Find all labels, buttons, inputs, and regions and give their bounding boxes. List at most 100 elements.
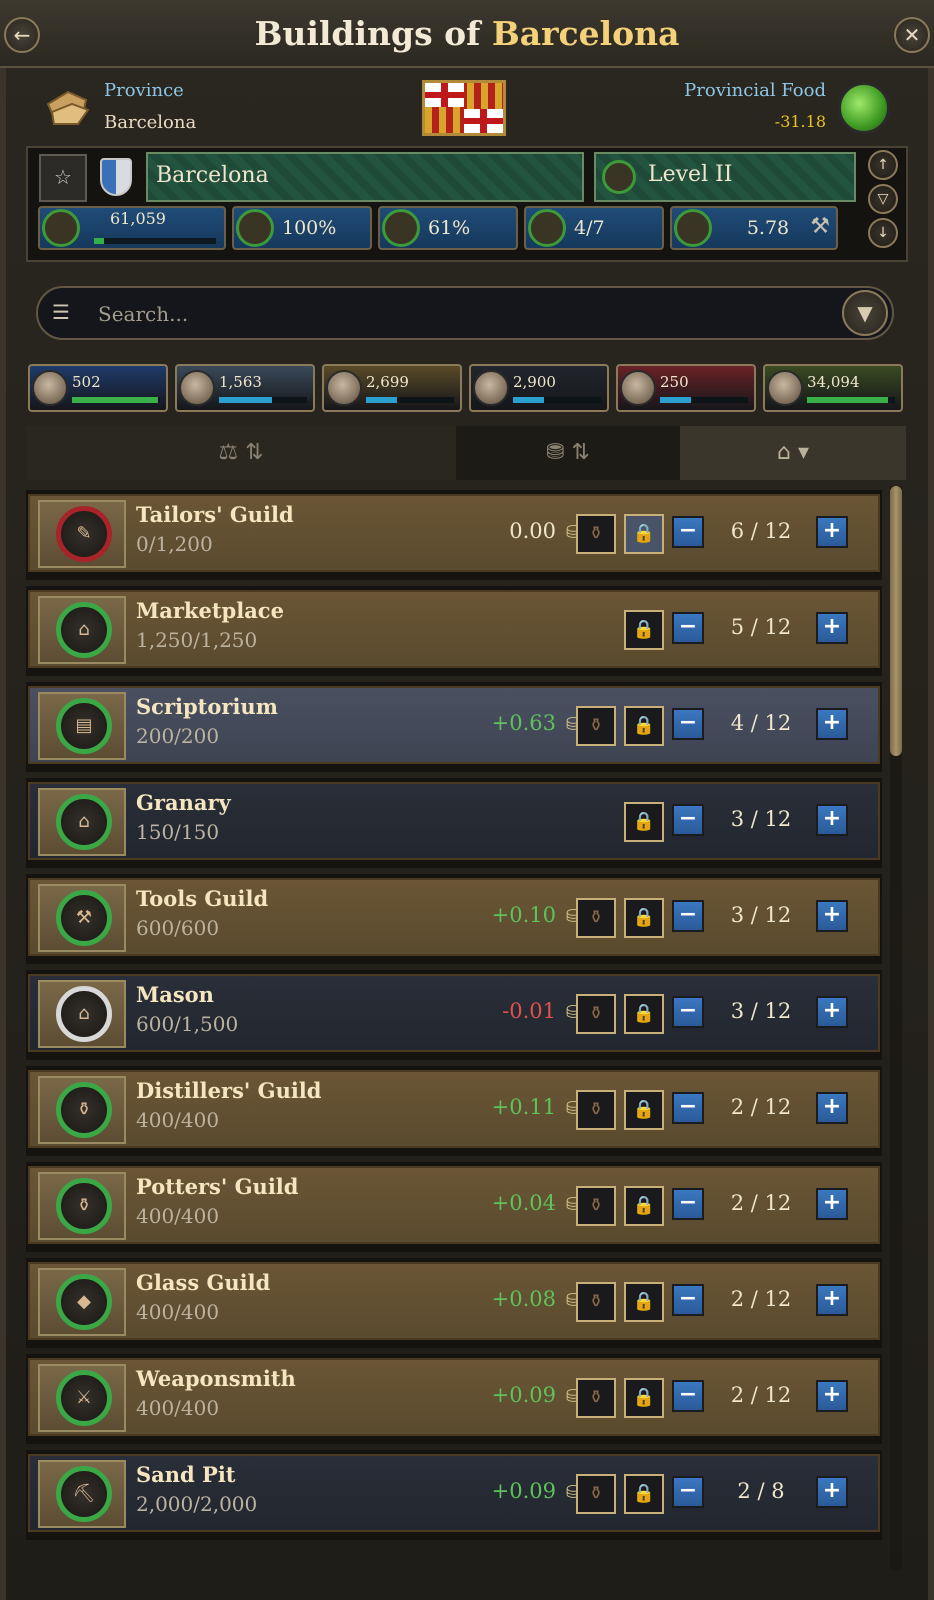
- sort-by-type-tab[interactable]: ⚖ ⇅: [26, 426, 456, 480]
- building-row[interactable]: ⌂ Mason 600/1,500 -0.01 ⛁ ⚱ 🔒 −3 / 12 +: [26, 970, 882, 1060]
- city-stat[interactable]: 5.78 ⚒: [670, 206, 838, 250]
- lock-button[interactable]: 🔒: [624, 1090, 664, 1130]
- money-bag-button[interactable]: ⚱: [576, 1378, 616, 1418]
- population-avatar-icon: [473, 370, 509, 406]
- building-row[interactable]: ⌂ Granary 150/150 🔒 − 3 / 12 +: [26, 778, 882, 868]
- city-name-field[interactable]: Barcelona: [146, 152, 584, 202]
- increase-button[interactable]: +: [816, 1380, 848, 1412]
- building-capacity: 400/400: [136, 1204, 220, 1228]
- city-stat[interactable]: 4/7: [524, 206, 664, 250]
- building-row[interactable]: ⚱ Potters' Guild 400/400 +0.04 ⛁ ⚱ 🔒 −2 / 12 +: [26, 1162, 882, 1252]
- building-glyph-icon: ⚔: [75, 1387, 93, 1408]
- decrease-button[interactable]: −: [672, 1476, 704, 1508]
- building-icon: ⛏: [56, 1466, 112, 1522]
- increase-button[interactable]: +: [816, 1476, 848, 1508]
- lock-button[interactable]: 🔒: [624, 898, 664, 938]
- building-row[interactable]: ◆ Glass Guild 400/400 +0.08 ⛁ ⚱ 🔒 −2 / 12 +: [26, 1258, 882, 1348]
- population-bar-fill: [366, 397, 397, 403]
- city-level-field[interactable]: Level II: [594, 152, 856, 202]
- lock-button[interactable]: 🔒: [624, 1474, 664, 1514]
- money-bag-button[interactable]: ⚱: [576, 1186, 616, 1226]
- money-bag-button[interactable]: ⚱: [576, 706, 616, 746]
- city-stat-value: 100%: [282, 217, 337, 239]
- filter-button[interactable]: ▼: [842, 290, 888, 336]
- building-row[interactable]: ⚔ Weaponsmith 400/400 +0.09 ⛁ ⚱ 🔒 −2 / 12 +: [26, 1354, 882, 1444]
- money-bag-button[interactable]: ⚱: [576, 514, 616, 554]
- increase-button[interactable]: +: [816, 804, 848, 836]
- money-bag-button[interactable]: ⚱: [576, 994, 616, 1034]
- increase-button[interactable]: +: [816, 1284, 848, 1316]
- scrollbar-thumb[interactable]: [890, 486, 902, 756]
- population-bar-fill: [807, 397, 888, 403]
- filter-side-button[interactable]: ▽: [868, 184, 898, 214]
- population-bar: [660, 397, 748, 403]
- sort-by-building-tab[interactable]: ⌂ ▾: [680, 426, 906, 480]
- building-capacity: 400/400: [136, 1108, 220, 1132]
- building-row[interactable]: ⚒ Tools Guild 600/600 +0.10 ⛁ ⚱ 🔒 −3 / 12 +: [26, 874, 882, 964]
- building-row[interactable]: ⛏ Sand Pit 2,000/2,000 +0.09 ⛁ ⚱ 🔒 −2 / 8 +: [26, 1450, 882, 1540]
- sort-by-income-tab[interactable]: ⛃ ⇅: [456, 426, 680, 480]
- money-bag-button[interactable]: ⚱: [576, 1282, 616, 1322]
- capital-star-button[interactable]: ☆: [39, 154, 87, 202]
- city-stat[interactable]: 61,059: [38, 206, 226, 250]
- building-icon: ✎: [56, 506, 112, 562]
- lock-button[interactable]: 🔒: [624, 1378, 664, 1418]
- building-name: Tailors' Guild: [136, 502, 294, 527]
- building-row[interactable]: ✎ Tailors' Guild 0/1,200 0.00 ⛁ ⚱ 🔒 −6 / 12 +: [26, 490, 882, 580]
- increase-button[interactable]: +: [816, 1188, 848, 1220]
- building-capacity: 0/1,200: [136, 532, 213, 556]
- building-capacity: 200/200: [136, 724, 220, 748]
- population-class-chip[interactable]: 502: [28, 364, 168, 412]
- search-bar[interactable]: ☰ ▼: [36, 286, 894, 340]
- money-bag-button[interactable]: ⚱: [576, 1090, 616, 1130]
- building-row[interactable]: ⚱ Distillers' Guild 400/400 +0.11 ⛁ ⚱ 🔒 −2 / 12…: [26, 1066, 882, 1156]
- city-flag[interactable]: [422, 80, 506, 136]
- lock-button[interactable]: 🔒: [624, 802, 664, 842]
- lock-button[interactable]: 🔒: [624, 994, 664, 1034]
- decrease-button[interactable]: −: [672, 996, 704, 1028]
- population-class-chip[interactable]: 2,900: [469, 364, 609, 412]
- city-stat[interactable]: 100%: [232, 206, 372, 250]
- increase-button[interactable]: +: [816, 900, 848, 932]
- building-icon-frame: ⌂: [38, 596, 126, 664]
- decrease-button[interactable]: −: [672, 1092, 704, 1124]
- increase-button[interactable]: +: [816, 996, 848, 1028]
- decrease-button[interactable]: −: [672, 708, 704, 740]
- building-row-body: ⚱ Distillers' Guild 400/400 +0.11 ⛁ ⚱ 🔒 −2 / 12…: [28, 1070, 880, 1148]
- scroll-down-button[interactable]: ↓: [868, 218, 898, 248]
- lock-button[interactable]: 🔒: [624, 1282, 664, 1322]
- lock-button[interactable]: 🔒: [624, 1186, 664, 1226]
- building-name: Granary: [136, 790, 231, 815]
- decrease-button[interactable]: −: [672, 804, 704, 836]
- city-stat-value: 61,059: [110, 209, 166, 228]
- decrease-button[interactable]: −: [672, 1188, 704, 1220]
- building-row[interactable]: ⌂ Marketplace 1,250/1,250 🔒 − 5 / 12 +: [26, 586, 882, 676]
- building-count: 2 / 12: [730, 1383, 792, 1407]
- population-class-chip[interactable]: 34,094: [763, 364, 903, 412]
- increase-button[interactable]: +: [816, 612, 848, 644]
- building-count: 6 / 12: [730, 519, 792, 543]
- lock-button[interactable]: 🔒: [624, 610, 664, 650]
- decrease-button[interactable]: −: [672, 1380, 704, 1412]
- close-button[interactable]: ✕: [894, 17, 930, 53]
- population-avatar-icon: [620, 370, 656, 406]
- decrease-button[interactable]: −: [672, 516, 704, 548]
- lock-button[interactable]: 🔒: [624, 514, 664, 554]
- decrease-button[interactable]: −: [672, 900, 704, 932]
- population-class-chip[interactable]: 2,699: [322, 364, 462, 412]
- increase-button[interactable]: +: [816, 1092, 848, 1124]
- decrease-button[interactable]: −: [672, 612, 704, 644]
- search-input[interactable]: [96, 296, 840, 332]
- increase-button[interactable]: +: [816, 516, 848, 548]
- building-glyph-icon: ⚱: [76, 1099, 92, 1120]
- increase-button[interactable]: +: [816, 708, 848, 740]
- decrease-button[interactable]: −: [672, 1284, 704, 1316]
- scroll-up-button[interactable]: ↑: [868, 150, 898, 180]
- building-row[interactable]: ▤ Scriptorium 200/200 +0.63 ⛁ ⚱ 🔒 −4 / 12 +: [26, 682, 882, 772]
- population-class-chip[interactable]: 250: [616, 364, 756, 412]
- lock-button[interactable]: 🔒: [624, 706, 664, 746]
- city-stat[interactable]: 61%: [378, 206, 518, 250]
- money-bag-button[interactable]: ⚱: [576, 898, 616, 938]
- population-class-chip[interactable]: 1,563: [175, 364, 315, 412]
- money-bag-button[interactable]: ⚱: [576, 1474, 616, 1514]
